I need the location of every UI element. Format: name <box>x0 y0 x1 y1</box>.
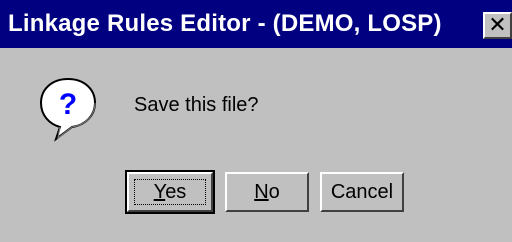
yes-button-label: Yes <box>153 181 187 203</box>
close-button[interactable]: ✕ <box>483 12 512 39</box>
question-icon: ? <box>39 77 97 142</box>
dialog-message: Save this file? <box>134 94 259 116</box>
no-button[interactable]: No <box>225 172 309 212</box>
cancel-button-label: Cancel <box>330 181 394 203</box>
cancel-button[interactable]: Cancel <box>320 172 404 212</box>
yes-button[interactable]: Yes <box>125 170 215 214</box>
save-dialog: Linkage Rules Editor - (DEMO, LOSP) ✕ ? … <box>0 0 512 242</box>
window-title: Linkage Rules Editor - (DEMO, LOSP) <box>8 10 442 37</box>
close-icon: ✕ <box>488 12 507 37</box>
title-bar[interactable]: Linkage Rules Editor - (DEMO, LOSP) ✕ <box>0 0 512 48</box>
no-button-label: No <box>254 181 280 203</box>
svg-text:?: ? <box>59 88 77 121</box>
